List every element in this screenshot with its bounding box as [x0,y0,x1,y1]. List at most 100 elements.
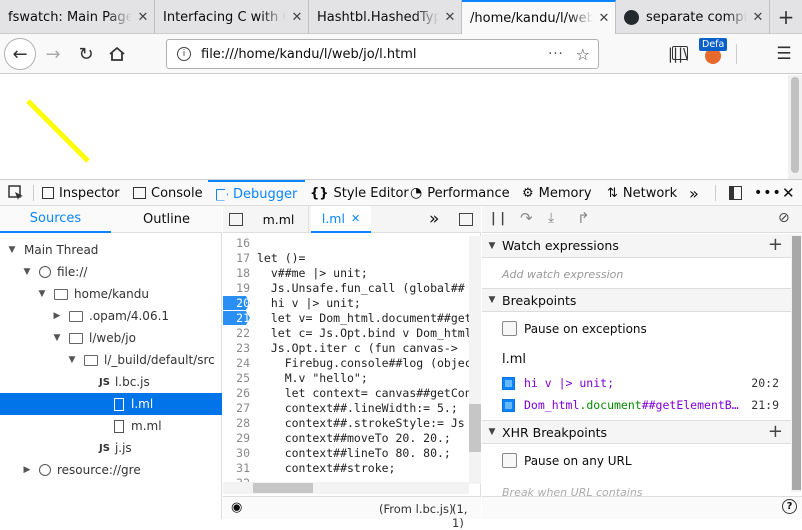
back-button[interactable]: ← [4,38,36,70]
line-number[interactable]: 23 [223,341,250,355]
step-over-button[interactable]: ↷ [520,209,533,227]
close-devtools-button[interactable]: ✕ [782,180,795,206]
chevron-down-icon[interactable]: ▼ [66,355,78,365]
chevron-down-icon[interactable]: ▼ [51,333,63,343]
code-line[interactable]: 30 context##lineTo 80. 80.; [223,446,471,461]
deactivate-breakpoints-button[interactable]: ⊘ [778,210,790,226]
code-line[interactable]: 22 let c= Js.Opt.bind v Dom_html [223,326,471,341]
line-number[interactable]: 22 [223,326,250,340]
code-line[interactable]: 31 context##stroke; [223,461,471,476]
tab-style-editor[interactable]: {} Style Editor [310,180,409,206]
close-icon[interactable]: ✕ [351,212,360,225]
pause-button[interactable]: | | [491,211,505,226]
more-tabs-button[interactable]: » [689,180,699,206]
code-line[interactable]: 24 Firebug.console##log (objec [223,356,471,371]
scrollbar-thumb[interactable] [792,236,801,490]
browser-tab[interactable]: separate compilation✕ [616,0,770,34]
panel-scrollbar[interactable] [791,234,802,492]
code-line[interactable]: 20 hi v |> unit; [223,296,471,311]
page-actions-icon[interactable]: ··· [548,47,563,62]
tab-debugger[interactable]: Debugger [208,180,306,207]
eye-icon[interactable]: ◉ [231,500,242,515]
line-number[interactable]: 30 [223,446,250,460]
watch-input[interactable]: Add watch expression [502,268,623,281]
step-in-button[interactable]: ⤓ [548,210,554,226]
dock-button[interactable] [729,180,742,206]
code-line[interactable]: 27 context##.lineWidth:= 5.; [223,401,471,416]
breakpoint-item[interactable]: Dom_html.document##getElementB… 21:9 [502,395,791,415]
line-number[interactable]: 17 [223,251,250,265]
tree-item[interactable]: ▼ l/web/jo [0,327,222,349]
breakpoint-checkbox[interactable] [502,398,515,412]
editor-tab-l-ml[interactable]: l.ml ✕ [311,206,371,233]
more-tabs-icon[interactable]: » [429,209,439,229]
url-text[interactable]: file:///home/kandu/l/web/jo/l.html [201,47,548,62]
chevron-down-icon[interactable]: ▼ [21,267,33,277]
toggle-panel-icon[interactable] [459,213,473,226]
tree-item[interactable]: m.ml [0,415,222,437]
source-origin[interactable]: (From l.bc.js) [379,502,453,516]
line-number[interactable]: 25 [223,371,250,385]
code-line[interactable]: 17 let ()= [223,251,471,266]
home-button[interactable] [101,38,133,70]
line-number[interactable]: 18 [223,266,250,280]
code-line[interactable]: 16 [223,236,471,251]
line-number[interactable]: 29 [223,431,250,445]
checkbox[interactable] [502,453,517,468]
info-icon[interactable]: i [177,47,191,61]
chevron-down-icon[interactable]: ▼ [36,289,48,299]
browser-tab[interactable]: fswatch: Main Page ✕ [0,0,155,34]
tab-outline[interactable]: Outline [111,206,222,233]
breakpoint-item[interactable]: hi v |> unit; 20:2 [502,373,791,393]
devtools-menu-button[interactable]: ••• [754,180,782,206]
extension-button[interactable]: Defa [699,38,729,68]
element-picker-button[interactable] [8,180,30,206]
code-line[interactable]: 23 Js.Opt.iter c (fun canvas-> [223,341,471,356]
reload-button[interactable]: ↻ [70,38,102,70]
sidebar-icon[interactable] [672,46,688,60]
menu-button[interactable]: ☰ [768,38,800,70]
chevron-right-icon[interactable]: ▶ [21,465,33,475]
editor-hscrollbar[interactable] [223,482,469,494]
breakpoints-header[interactable]: ▼ Breakpoints [482,288,791,312]
new-tab-button[interactable]: + [770,0,802,34]
breakpoint-marker[interactable]: 20 [223,296,250,310]
code-line[interactable]: 25 M.v "hello"; [223,371,471,386]
add-watch-button[interactable]: + [768,234,783,255]
tree-item[interactable]: JS l.bc.js [0,371,222,393]
browser-tab[interactable]: Interfacing C with OCaml✕ [155,0,309,34]
line-number[interactable]: 19 [223,281,250,295]
editor-tab-m-ml[interactable]: m.ml [249,206,309,233]
forward-button[interactable]: → [37,38,69,70]
code-line[interactable]: 21 let v= Dom_html.document##get [223,311,471,326]
line-number[interactable]: 26 [223,386,250,400]
code-line[interactable]: 18 v##me |> unit; [223,266,471,281]
code-line[interactable]: 26 let context= canvas##getCon [223,386,471,401]
tree-item[interactable]: l.ml [0,393,222,415]
bookmark-star-icon[interactable]: ☆ [576,45,590,64]
code-line[interactable]: 28 context##.strokeStyle:= Js [223,416,471,431]
pause-on-exceptions[interactable]: Pause on exceptions [502,321,647,336]
scrollbar-thumb[interactable] [469,404,481,452]
breakpoint-checkbox[interactable] [502,376,515,390]
tree-item[interactable]: ▶ resource://gre [0,459,222,481]
add-xhr-breakpoint-button[interactable]: + [768,421,783,442]
tab-performance[interactable]: ◔ Performance [410,180,510,206]
code-area[interactable]: 16 17 let ()= 18 v##me |> unit; 19 Js.Unsafe… [223,236,471,484]
xhr-breakpoints-header[interactable]: ▼ XHR Breakpoints + [482,420,791,444]
tab-inspector[interactable]: Inspector [42,180,120,206]
chevron-down-icon[interactable]: ▼ [6,245,18,255]
page-scrollbar[interactable] [788,75,802,179]
close-icon[interactable]: ✕ [286,10,308,25]
tree-item[interactable]: JS j.js [0,437,222,459]
browser-tab-active[interactable]: /home/kandu/l/web/jo/l.html✕ [462,0,616,34]
scrollbar-thumb[interactable] [253,483,313,493]
line-number[interactable]: 27 [223,401,250,415]
chevron-right-icon[interactable]: ▶ [51,311,63,321]
toggle-sources-icon[interactable] [229,213,243,226]
line-number[interactable]: 24 [223,356,250,370]
line-number[interactable]: 28 [223,416,250,430]
tab-memory[interactable]: ⚙ Memory [522,180,592,206]
tree-item[interactable]: ▶ .opam/4.06.1 [0,305,222,327]
code-line[interactable]: 19 Js.Unsafe.fun_call (global## [223,281,471,296]
